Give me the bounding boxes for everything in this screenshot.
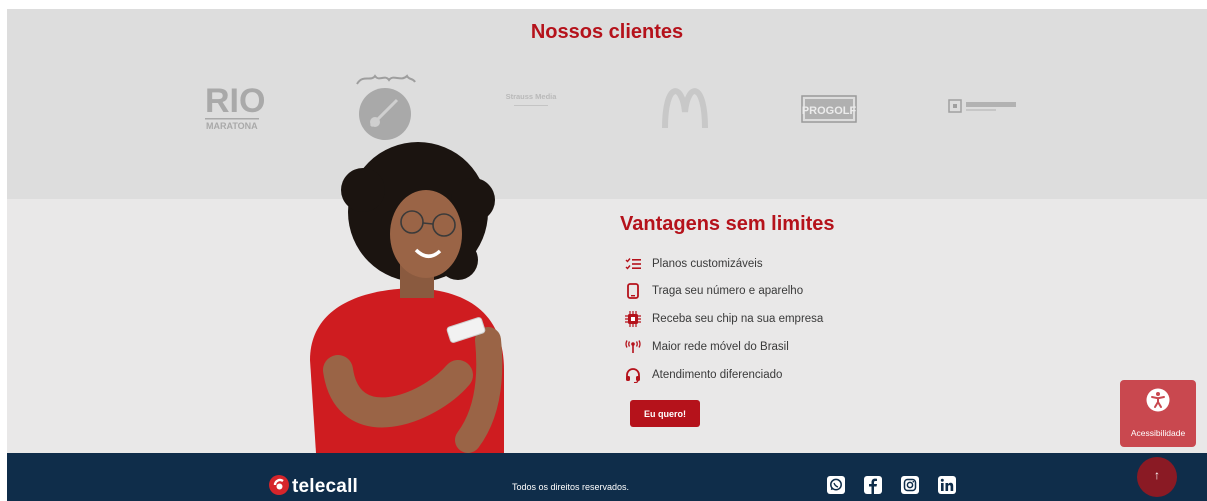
progolf-logo: PROGOLF (801, 95, 857, 123)
accessibility-button[interactable]: Acessibilidade (1120, 380, 1196, 447)
clients-title: Nossos clientes (530, 21, 684, 43)
benefit-label: Planos customizáveis (652, 258, 763, 270)
benefit-label: Atendimento diferenciado (652, 369, 783, 381)
svg-text:RIO: RIO (205, 82, 265, 120)
benefit-label: Maior rede móvel do Brasil (652, 341, 789, 353)
rock-in-rio-logo (353, 70, 417, 142)
telecall-mark-icon (268, 474, 290, 501)
scroll-to-top-button[interactable]: ↑ (1137, 457, 1177, 497)
sixth-client-logo (948, 98, 1022, 114)
rights-text: Todos os direitos reservados. (512, 482, 630, 492)
facebook-icon[interactable] (864, 476, 882, 494)
benefit-item: Maior rede móvel do Brasil (624, 337, 789, 357)
benefit-label: Traga seu número e aparelho (652, 285, 804, 297)
chip-icon (624, 310, 642, 328)
svg-text:MARATONA: MARATONA (206, 121, 258, 131)
strauss-media-logo: Strauss Media (500, 92, 562, 122)
mcdonalds-logo (662, 88, 708, 129)
checklist-icon (624, 255, 642, 273)
phone-icon (624, 282, 642, 300)
benefit-item: Atendimento diferenciado (624, 365, 782, 385)
svg-text:PROGOLF: PROGOLF (802, 105, 857, 117)
telecall-logo[interactable]: telecall (268, 474, 359, 501)
instagram-icon[interactable] (901, 476, 919, 494)
benefit-item: Planos customizáveis (624, 254, 763, 274)
benefit-item: Traga seu número e aparelho (624, 281, 803, 301)
strauss-media-text: Strauss Media (505, 92, 557, 101)
benefits-section (7, 199, 1207, 453)
woman-with-phone-image (308, 140, 508, 453)
benefit-label: Receba seu chip na sua empresa (652, 313, 824, 325)
benefits-title: Vantagens sem limites (620, 213, 835, 235)
footer (7, 453, 1207, 501)
linkedin-icon[interactable] (938, 476, 956, 494)
whatsapp-icon[interactable] (827, 476, 845, 494)
telecall-brand-text: telecall (292, 476, 359, 497)
eu-quero-button[interactable]: Eu quero! (630, 400, 700, 427)
arrow-up-icon: ↑ (1154, 468, 1160, 482)
rio-maratona-logo: RIO MARATONA (203, 78, 265, 134)
accessibility-icon (1146, 388, 1170, 412)
accessibility-label: Acessibilidade (1130, 428, 1186, 438)
benefit-item: Receba seu chip na sua empresa (624, 309, 823, 329)
antenna-icon (624, 338, 642, 356)
headset-icon (624, 366, 642, 384)
